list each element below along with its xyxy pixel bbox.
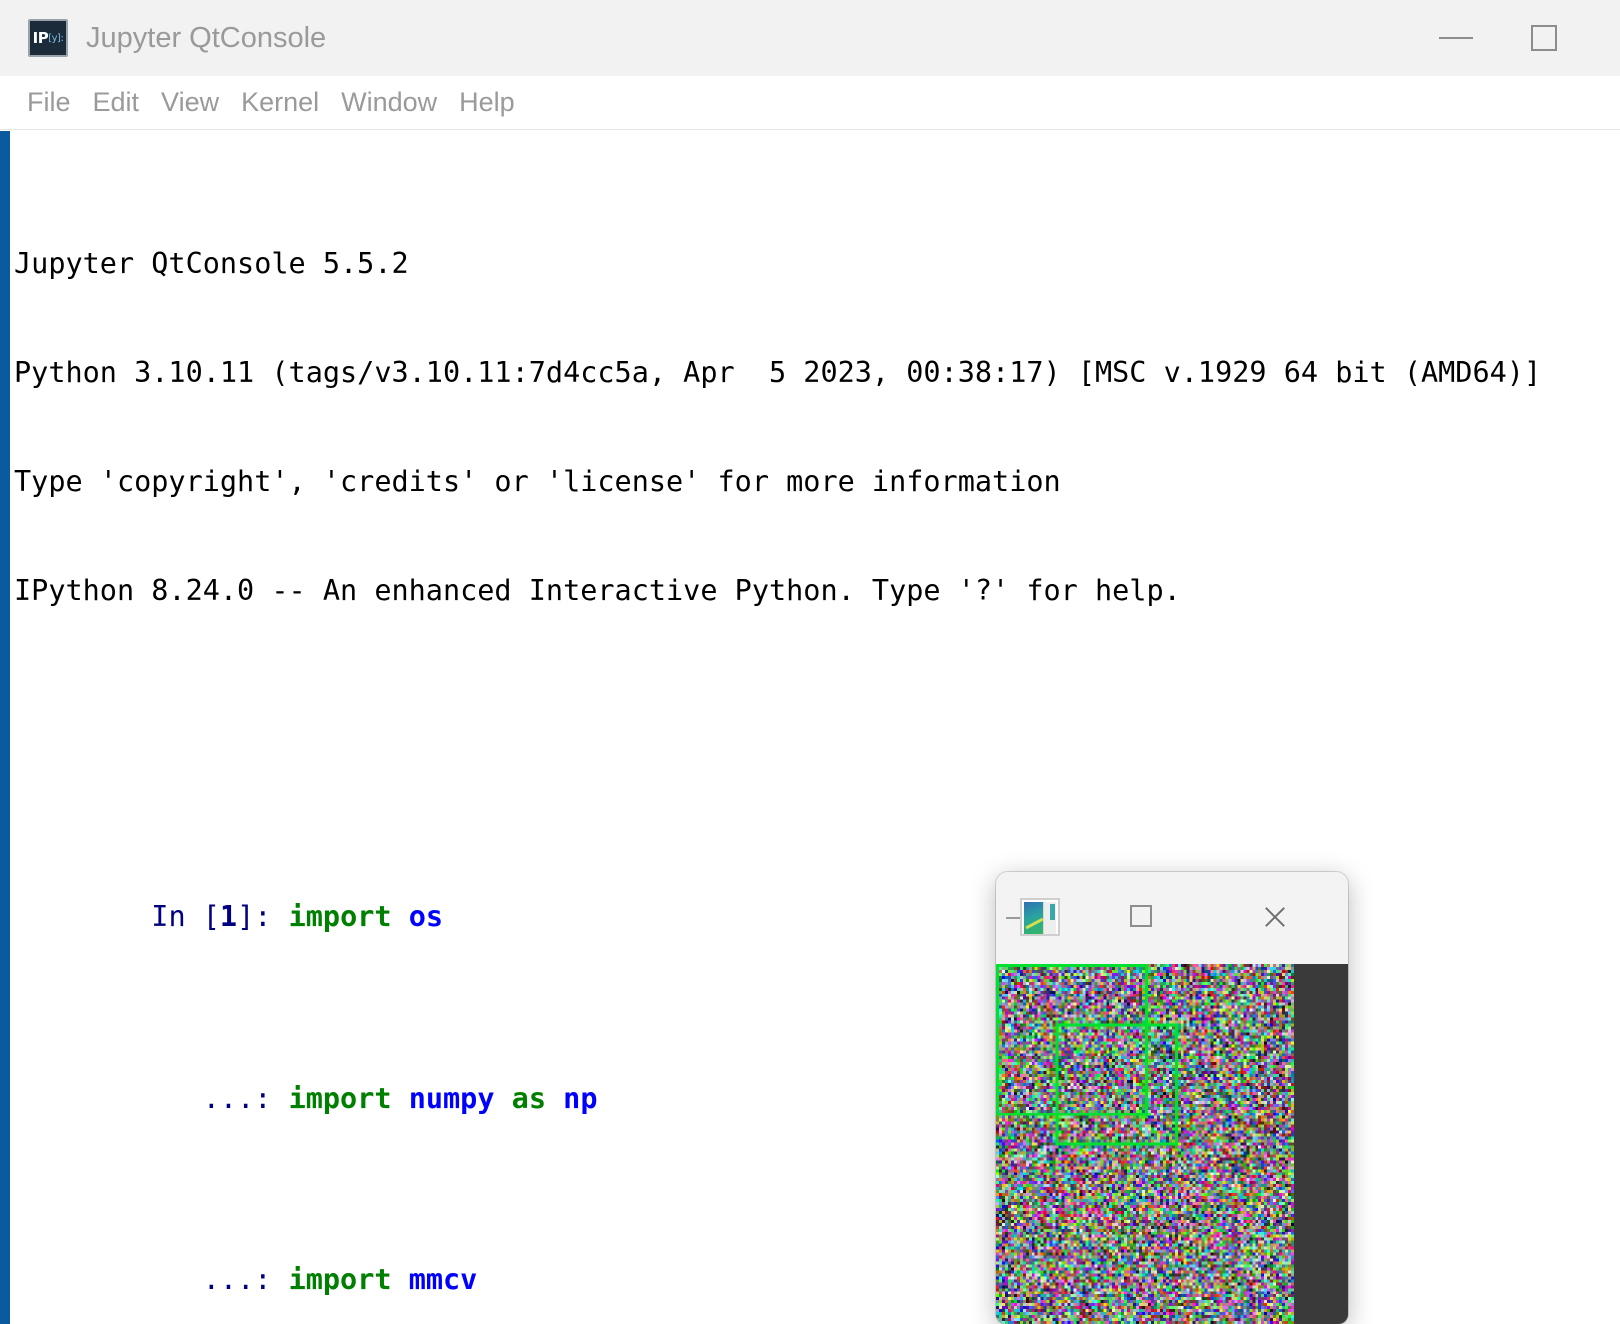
menu-item-kernel[interactable]: Kernel bbox=[230, 89, 330, 116]
console-accent-bar bbox=[0, 131, 10, 1324]
menubar: File Edit View Kernel Window Help bbox=[0, 76, 1620, 130]
console-area[interactable]: Jupyter QtConsole 5.5.2 Python 3.10.11 (… bbox=[0, 131, 1620, 1324]
sp bbox=[392, 1082, 409, 1115]
image-viewer-titlebar bbox=[996, 872, 1348, 964]
image-viewer-close-button[interactable] bbox=[1262, 904, 1288, 930]
window-controls bbox=[1412, 0, 1620, 76]
banner-text-2: Python 3.10.11 (tags/v3.10.11:7d4cc5a, A… bbox=[14, 356, 1541, 389]
sp bbox=[271, 900, 288, 933]
banner-line-3: Type 'copyright', 'credits' or 'license'… bbox=[14, 464, 1620, 500]
banner-line-2: Python 3.10.11 (tags/v3.10.11:7d4cc5a, A… bbox=[14, 355, 1620, 391]
menu-item-edit[interactable]: Edit bbox=[82, 89, 151, 116]
sp bbox=[392, 1263, 409, 1296]
code-line-2: ...: import numpy as np bbox=[14, 1044, 1620, 1080]
input-prompt-label: In [ bbox=[151, 900, 220, 933]
titlebar-left-group: IP [y]: Jupyter QtConsole bbox=[0, 19, 326, 57]
minimize-icon bbox=[1439, 37, 1473, 39]
sp bbox=[494, 1082, 511, 1115]
maximize-icon bbox=[1531, 25, 1557, 51]
close-button[interactable] bbox=[1588, 0, 1620, 76]
module-numpy: numpy bbox=[409, 1082, 495, 1115]
sp bbox=[392, 900, 409, 933]
image-viewer-background-strip bbox=[1294, 964, 1348, 1324]
banner-text-3: Type 'copyright', 'credits' or 'license'… bbox=[14, 465, 1061, 498]
banner-blank bbox=[14, 681, 1620, 717]
keyword-as: as bbox=[512, 1082, 546, 1115]
window-title: Jupyter QtConsole bbox=[86, 22, 326, 55]
qtconsole-window: IP [y]: Jupyter QtConsole File Edit View … bbox=[0, 0, 1620, 1324]
image-viewer-icon bbox=[1020, 898, 1060, 936]
module-mmcv: mmcv bbox=[409, 1263, 478, 1296]
image-viewer-maximize-button[interactable] bbox=[1130, 905, 1152, 927]
banner-line-1: Jupyter QtConsole 5.5.2 bbox=[14, 246, 1620, 282]
console-text[interactable]: Jupyter QtConsole 5.5.2 Python 3.10.11 (… bbox=[14, 137, 1620, 1324]
random-noise-image bbox=[996, 964, 1294, 1324]
menu-item-file[interactable]: File bbox=[16, 89, 82, 116]
menu-item-view[interactable]: View bbox=[150, 89, 230, 116]
menu-item-help[interactable]: Help bbox=[448, 89, 526, 116]
image-viewer-canvas-area bbox=[996, 964, 1348, 1324]
module-os: os bbox=[409, 900, 443, 933]
module-np: np bbox=[563, 1082, 597, 1115]
continuation-prompt: ...: bbox=[151, 1263, 271, 1296]
input-prompt-close: ]: bbox=[237, 900, 271, 933]
code-line-3: ...: import mmcv bbox=[14, 1226, 1620, 1262]
banner-line-4: IPython 8.24.0 -- An enhanced Interactiv… bbox=[14, 573, 1620, 609]
sp bbox=[271, 1263, 288, 1296]
ipython-logo-text: IP bbox=[33, 29, 49, 47]
menu-item-window[interactable]: Window bbox=[330, 89, 448, 116]
image-viewer-window[interactable] bbox=[996, 872, 1348, 1324]
keyword-import: import bbox=[289, 900, 392, 933]
code-line-1: In [1]: import os bbox=[14, 863, 1620, 899]
maximize-button[interactable] bbox=[1500, 0, 1588, 76]
sp bbox=[546, 1082, 563, 1115]
window-titlebar: IP [y]: Jupyter QtConsole bbox=[0, 0, 1620, 76]
sp bbox=[271, 1082, 288, 1115]
ipython-logo-icon: IP [y]: bbox=[28, 19, 68, 57]
banner-text-4: IPython 8.24.0 -- An enhanced Interactiv… bbox=[14, 574, 1181, 607]
input-prompt-number: 1 bbox=[220, 900, 237, 933]
keyword-import: import bbox=[289, 1082, 392, 1115]
ipython-logo-subtext: [y]: bbox=[48, 33, 63, 44]
continuation-prompt: ...: bbox=[151, 1082, 271, 1115]
banner-text-1: Jupyter QtConsole 5.5.2 bbox=[14, 247, 409, 280]
minimize-button[interactable] bbox=[1412, 0, 1500, 76]
image-viewer-icon-bar bbox=[1050, 904, 1055, 920]
keyword-import: import bbox=[289, 1263, 392, 1296]
